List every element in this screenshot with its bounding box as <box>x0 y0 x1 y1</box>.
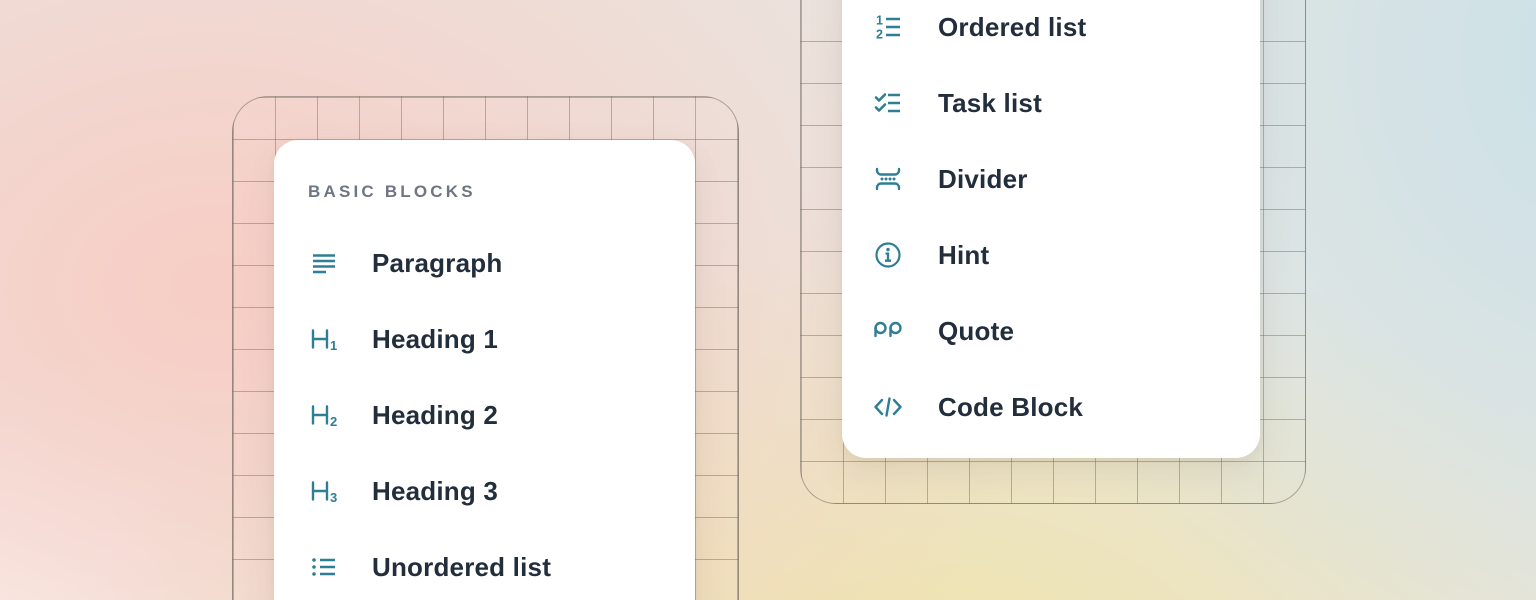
menu-item-label: Divider <box>938 164 1028 195</box>
menu-item-label: Code Block <box>938 392 1083 423</box>
editor-blocks-hero: BASIC BLOCKS Paragraph 1 Heading 1 2 Heading… <box>0 0 1536 600</box>
basic-blocks-section-header: BASIC BLOCKS <box>308 178 476 206</box>
heading-1-icon: 1 <box>308 323 340 355</box>
menu-item-label: Hint <box>938 240 989 271</box>
menu-item-label: Quote <box>938 316 1014 347</box>
menu-item-unordered-list[interactable]: Unordered list <box>308 539 551 595</box>
divider-icon <box>872 163 904 195</box>
menu-item-hint[interactable]: Hint <box>872 227 989 283</box>
quote-icon <box>872 315 904 347</box>
menu-item-label: Unordered list <box>372 552 551 583</box>
menu-item-ordered-list[interactable]: 12 Ordered list <box>872 0 1086 55</box>
menu-item-code-block[interactable]: Code Block <box>872 379 1083 435</box>
menu-item-label: Heading 1 <box>372 324 498 355</box>
ordered-list-icon: 12 <box>872 11 904 43</box>
basic-blocks-menu-card: BASIC BLOCKS Paragraph 1 Heading 1 2 Heading… <box>274 140 695 600</box>
code-block-icon <box>872 391 904 423</box>
unordered-list-icon <box>308 551 340 583</box>
menu-item-heading-3[interactable]: 3 Heading 3 <box>308 463 498 519</box>
menu-item-task-list[interactable]: Task list <box>872 75 1042 131</box>
svg-text:3: 3 <box>330 490 337 505</box>
menu-item-quote[interactable]: Quote <box>872 303 1014 359</box>
menu-item-label: Paragraph <box>372 248 502 279</box>
menu-item-paragraph[interactable]: Paragraph <box>308 235 502 291</box>
heading-3-icon: 3 <box>308 475 340 507</box>
menu-item-label: Task list <box>938 88 1042 119</box>
menu-item-label: Heading 2 <box>372 400 498 431</box>
svg-text:2: 2 <box>876 28 883 42</box>
more-blocks-menu-card: 12 Ordered list Task list Divider Hint Quote C… <box>842 0 1260 458</box>
menu-item-divider[interactable]: Divider <box>872 151 1028 207</box>
svg-text:1: 1 <box>330 338 337 353</box>
hint-icon <box>872 239 904 271</box>
menu-item-label: Ordered list <box>938 12 1086 43</box>
svg-text:2: 2 <box>330 414 337 429</box>
menu-item-heading-2[interactable]: 2 Heading 2 <box>308 387 498 443</box>
svg-text:1: 1 <box>876 14 883 28</box>
paragraph-icon <box>308 247 340 279</box>
heading-2-icon: 2 <box>308 399 340 431</box>
menu-item-label: Heading 3 <box>372 476 498 507</box>
task-list-icon <box>872 87 904 119</box>
menu-item-heading-1[interactable]: 1 Heading 1 <box>308 311 498 367</box>
